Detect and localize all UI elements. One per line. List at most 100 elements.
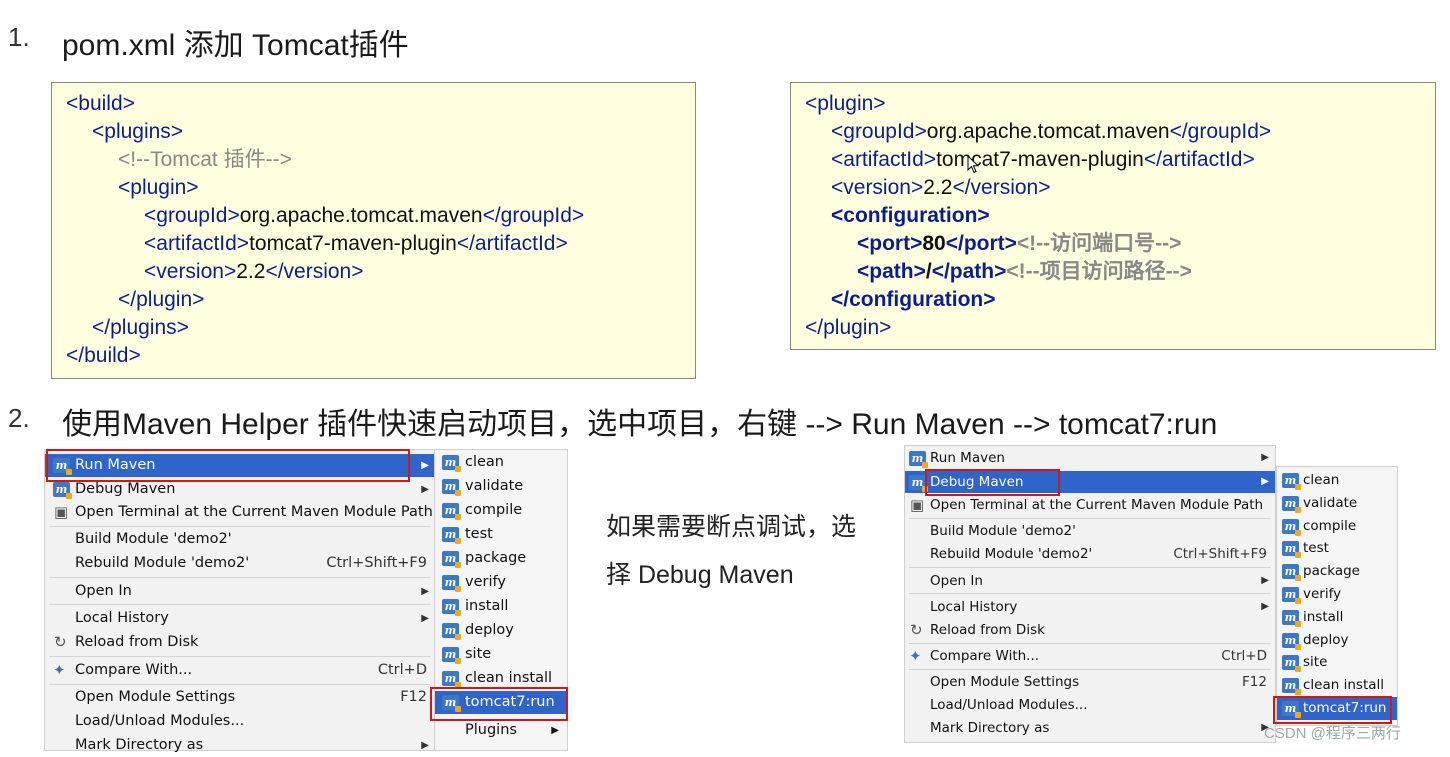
maven-icon: m xyxy=(1282,564,1301,582)
submenu-item-clean[interactable]: m clean xyxy=(1277,469,1397,492)
menu-item-open-in[interactable]: Open In ▶ xyxy=(45,580,435,603)
compare-icon: ✦ xyxy=(909,647,922,665)
submenu-item-label: site xyxy=(465,646,492,662)
code-tag: </groupId> xyxy=(1169,120,1272,143)
submenu-item-test[interactable]: m test xyxy=(435,523,567,546)
maven-icon: m xyxy=(1282,678,1301,696)
menu-item-label: Load/Unload Modules... xyxy=(75,713,245,729)
submenu-item-test[interactable]: m test xyxy=(1277,537,1397,560)
menu-shortcut: F12 xyxy=(400,689,427,705)
submenu-item-plugins[interactable]: Plugins ▶ xyxy=(435,719,567,742)
submenu-item-clean-install[interactable]: m clean install xyxy=(1277,674,1397,697)
menu-item-module-settings[interactable]: Open Module Settings F12 xyxy=(45,686,435,709)
submenu-item-label: test xyxy=(465,526,493,542)
menu-item-label: Load/Unload Modules... xyxy=(930,697,1088,713)
menu-item-label: Mark Directory as xyxy=(75,737,204,753)
submenu-item-clean-install[interactable]: m clean install xyxy=(435,667,567,690)
menu-item-run-maven[interactable]: m Run Maven ▶ xyxy=(45,454,435,477)
code-comment: <!--访问端口号--> xyxy=(1016,232,1182,255)
menu-item-open-terminal[interactable]: ▣ Open Terminal at the Current Maven Mod… xyxy=(45,501,435,524)
submenu-item-label: validate xyxy=(465,478,524,494)
submenu-item-deploy[interactable]: m deploy xyxy=(435,619,567,642)
code-tag: <groupId> xyxy=(144,204,240,227)
code-tag: <groupId> xyxy=(831,120,927,143)
maven-icon: m xyxy=(442,647,461,664)
menu-item-label: Compare With... xyxy=(75,662,193,678)
code-tag: </path> xyxy=(931,260,1007,283)
menu-item-load-unload[interactable]: Load/Unload Modules... xyxy=(45,710,435,733)
menu-separator xyxy=(909,669,1271,670)
menu-item-compare[interactable]: ✦ Compare With... Ctrl+D xyxy=(45,659,435,682)
menu-item-module-settings[interactable]: Open Module Settings F12 xyxy=(905,671,1275,693)
code-line: </plugin> xyxy=(118,288,205,311)
submenu-item-verify[interactable]: m verify xyxy=(435,571,567,594)
debug-note-line-1: 如果需要断点调试，选 xyxy=(606,513,857,541)
submenu-item-install[interactable]: m install xyxy=(1277,606,1397,629)
step-2-title: 使用Maven Helper 插件快速启动项目，选中项目，右键 --> Run … xyxy=(62,408,1218,441)
context-menu-left: m Run Maven ▶ m Debug Maven ▶ ▣ Open Ter… xyxy=(44,449,436,753)
menu-item-rebuild-module[interactable]: Rebuild Module 'demo2' Ctrl+Shift+F9 xyxy=(905,543,1275,565)
maven-icon: m xyxy=(1282,609,1301,627)
menu-item-rebuild-module[interactable]: Rebuild Module 'demo2' Ctrl+Shift+F9 xyxy=(45,552,435,575)
submenu-item-label: deploy xyxy=(1303,631,1349,648)
maven-icon: m xyxy=(909,451,928,468)
submenu-item-verify[interactable]: m verify xyxy=(1277,583,1397,606)
menu-item-reload[interactable]: ↻ Reload from Disk xyxy=(905,619,1275,641)
submenu-item-package[interactable]: m package xyxy=(1277,560,1397,583)
menu-shortcut: Ctrl+D xyxy=(377,662,427,678)
code-line: </configuration> xyxy=(831,288,996,311)
menu-item-build-module[interactable]: Build Module 'demo2' xyxy=(45,528,435,551)
submenu-item-compile[interactable]: m compile xyxy=(435,499,567,522)
step-1-number: 1. xyxy=(8,22,30,52)
code-tag: <version> xyxy=(831,176,924,199)
menu-item-debug-maven[interactable]: m Debug Maven ▶ xyxy=(905,471,1275,493)
menu-item-label: Open Terminal at the Current Maven Modul… xyxy=(930,497,1264,513)
submenu-item-site[interactable]: m site xyxy=(1277,651,1397,674)
menu-separator xyxy=(909,593,1271,594)
menu-item-reload[interactable]: ↻ Reload from Disk xyxy=(45,631,435,654)
menu-item-build-module[interactable]: Build Module 'demo2' xyxy=(905,520,1275,542)
menu-separator xyxy=(909,643,1271,644)
submenu-item-site[interactable]: m site xyxy=(435,643,567,666)
debug-note-line-2: 择 Debug Maven xyxy=(606,561,794,589)
menu-item-mark-directory[interactable]: Mark Directory as ▶ xyxy=(45,734,435,757)
code-tag: </artifactId> xyxy=(456,232,568,255)
submenu-item-deploy[interactable]: m deploy xyxy=(1277,629,1397,652)
submenu-item-validate[interactable]: m validate xyxy=(435,475,567,498)
submenu-item-clean[interactable]: m clean xyxy=(435,451,567,474)
menu-item-load-unload[interactable]: Load/Unload Modules... xyxy=(905,694,1275,716)
menu-item-compare[interactable]: ✦ Compare With... Ctrl+D xyxy=(905,645,1275,667)
mouse-cursor-icon xyxy=(967,155,980,174)
code-line: <build> xyxy=(66,92,135,115)
menu-item-local-history[interactable]: Local History ▶ xyxy=(45,607,435,630)
maven-icon: m xyxy=(53,482,72,499)
terminal-icon: ▣ xyxy=(54,503,69,521)
menu-item-label: Compare With... xyxy=(930,648,1040,664)
maven-icon: m xyxy=(442,503,461,520)
menu-item-local-history[interactable]: Local History ▶ xyxy=(905,596,1275,618)
maven-icon: m xyxy=(442,695,461,712)
submenu-item-tomcat7-run[interactable]: m tomcat7:run xyxy=(1277,697,1397,720)
submenu-item-tomcat7-run[interactable]: m tomcat7:run xyxy=(435,691,567,714)
menu-item-open-in[interactable]: Open In ▶ xyxy=(905,570,1275,592)
menu-item-open-terminal[interactable]: ▣ Open Terminal at the Current Maven Mod… xyxy=(905,494,1275,516)
submenu-item-label: verify xyxy=(1303,586,1342,602)
menu-item-label: Debug Maven xyxy=(930,474,1024,490)
submenu-arrow-icon: ▶ xyxy=(1261,476,1269,487)
menu-item-label: Rebuild Module 'demo2' xyxy=(75,555,250,571)
submenu-item-validate[interactable]: m validate xyxy=(1277,492,1397,515)
maven-goals-submenu-right: m clean m validate m compile m test m package m ver… xyxy=(1276,466,1398,726)
menu-item-run-maven[interactable]: m Run Maven ▶ xyxy=(905,447,1275,469)
menu-item-debug-maven[interactable]: m Debug Maven ▶ xyxy=(45,478,435,501)
submenu-item-install[interactable]: m install xyxy=(435,595,567,618)
submenu-item-compile[interactable]: m compile xyxy=(1277,515,1397,538)
menu-item-mark-directory[interactable]: Mark Directory as ▶ xyxy=(905,717,1275,739)
maven-icon: m xyxy=(1282,473,1301,490)
menu-shortcut: Ctrl+Shift+F9 xyxy=(326,555,427,571)
submenu-item-package[interactable]: m package xyxy=(435,547,567,570)
menu-item-label: Local History xyxy=(75,610,169,626)
code-tag: <version> xyxy=(144,260,237,283)
submenu-item-label: compile xyxy=(1303,517,1357,534)
watermark: CSDN @程序三两行 xyxy=(1264,725,1401,742)
code-box-right: <plugin> <groupId>org.apache.tomcat.mave… xyxy=(790,82,1436,350)
